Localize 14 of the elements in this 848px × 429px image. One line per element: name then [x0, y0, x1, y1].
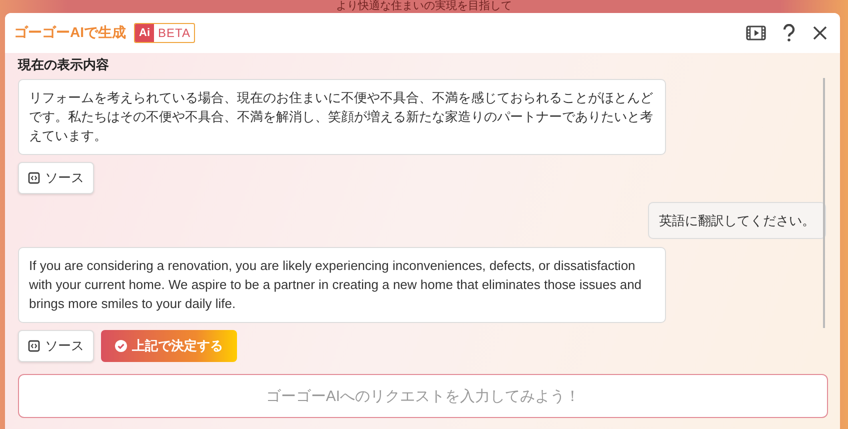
- section-heading: 現在の表示内容: [18, 57, 110, 72]
- source-text-bubble: リフォームを考えられている場合、現在のお住まいに不便や不具合、不満を感じておられることがほとんどです。私たちはその不便や不具合、不満を解消し、笑顔が増える新たな家造りのパートナーでありたいと考えています。: [18, 79, 666, 155]
- beta-badge: Ai BETA: [134, 23, 196, 43]
- source-button[interactable]: ソース: [18, 162, 94, 194]
- code-icon: [28, 172, 40, 184]
- source-button[interactable]: ソース: [18, 330, 94, 362]
- page-heading: より快適な住まいの実現を目指して: [335, 0, 513, 13]
- request-input-field[interactable]: ゴーゴーAIへのリクエストを入力してみよう！: [18, 374, 828, 418]
- dialog-title: ゴーゴーAIで生成: [14, 24, 126, 42]
- scrollbar[interactable]: [823, 78, 825, 328]
- ai-reply-bubble: If you are considering a renovation, you are likely experiencing inconveniences, defects, or dissatisfaction with your current home. We aspire to be a partner in creating a new home that eliminates those issues and brings more smiles to your daily life.: [18, 247, 666, 323]
- user-message-bubble: 英語に翻訳してください。: [648, 202, 826, 239]
- check-circle-icon: [115, 340, 127, 352]
- code-icon: [28, 340, 40, 352]
